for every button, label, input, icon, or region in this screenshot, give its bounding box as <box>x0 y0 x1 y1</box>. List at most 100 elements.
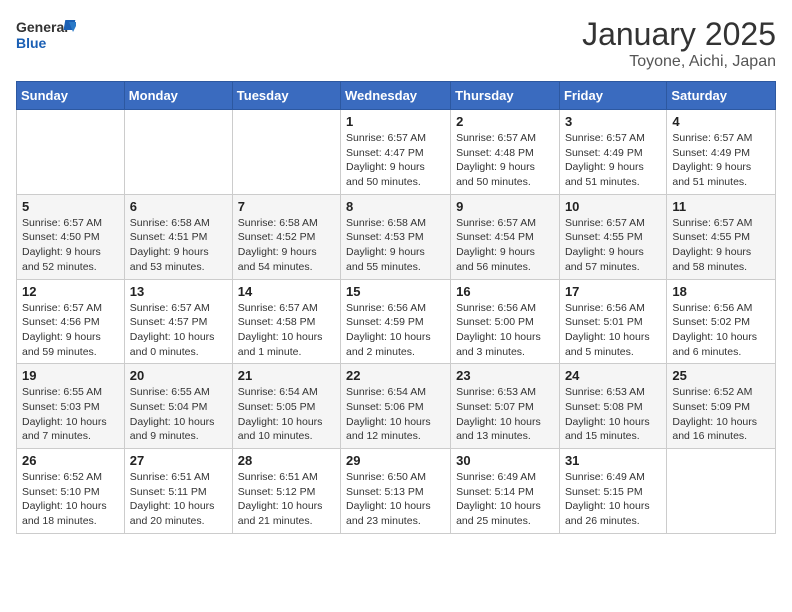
calendar-cell: 6 Sunrise: 6:58 AM Sunset: 4:51 PM Daylig… <box>124 194 232 279</box>
day-info: Sunrise: 6:53 AM Sunset: 5:08 PM Dayligh… <box>565 385 661 444</box>
calendar-cell <box>124 110 232 195</box>
day-number: 16 <box>456 284 554 299</box>
calendar-cell: 8 Sunrise: 6:58 AM Sunset: 4:53 PM Daylig… <box>341 194 451 279</box>
day-number: 26 <box>22 453 119 468</box>
day-number: 8 <box>346 199 445 214</box>
day-info: Sunrise: 6:58 AM Sunset: 4:51 PM Dayligh… <box>130 216 227 275</box>
day-info: Sunrise: 6:55 AM Sunset: 5:03 PM Dayligh… <box>22 385 119 444</box>
weekday-header-row: SundayMondayTuesdayWednesdayThursdayFrid… <box>17 82 776 110</box>
day-info: Sunrise: 6:51 AM Sunset: 5:11 PM Dayligh… <box>130 470 227 529</box>
calendar-cell <box>667 449 776 534</box>
day-info: Sunrise: 6:52 AM Sunset: 5:09 PM Dayligh… <box>672 385 770 444</box>
day-number: 22 <box>346 368 445 383</box>
calendar-cell: 26 Sunrise: 6:52 AM Sunset: 5:10 PM Dayli… <box>17 449 125 534</box>
title-block: January 2025 Toyone, Aichi, Japan <box>582 16 776 71</box>
calendar-cell: 31 Sunrise: 6:49 AM Sunset: 5:15 PM Dayli… <box>559 449 666 534</box>
calendar-cell: 5Sunrise: 6:57 AM Sunset: 4:50 PM Daylig… <box>17 194 125 279</box>
day-number: 31 <box>565 453 661 468</box>
day-info: Sunrise: 6:57 AM Sunset: 4:55 PM Dayligh… <box>672 216 770 275</box>
day-info: Sunrise: 6:49 AM Sunset: 5:14 PM Dayligh… <box>456 470 554 529</box>
calendar-cell: 17 Sunrise: 6:56 AM Sunset: 5:01 PM Dayli… <box>559 279 666 364</box>
day-number: 3 <box>565 114 661 129</box>
day-info: Sunrise: 6:50 AM Sunset: 5:13 PM Dayligh… <box>346 470 445 529</box>
day-info: Sunrise: 6:49 AM Sunset: 5:15 PM Dayligh… <box>565 470 661 529</box>
day-number: 15 <box>346 284 445 299</box>
day-info: Sunrise: 6:56 AM Sunset: 5:02 PM Dayligh… <box>672 301 770 360</box>
calendar-cell: 22 Sunrise: 6:54 AM Sunset: 5:06 PM Dayli… <box>341 364 451 449</box>
calendar-cell <box>232 110 340 195</box>
day-number: 25 <box>672 368 770 383</box>
calendar-cell: 18Sunrise: 6:56 AM Sunset: 5:02 PM Dayli… <box>667 279 776 364</box>
calendar-cell: 28Sunrise: 6:51 AM Sunset: 5:12 PM Dayli… <box>232 449 340 534</box>
day-number: 6 <box>130 199 227 214</box>
logo-svg: General Blue <box>16 16 76 60</box>
day-number: 28 <box>238 453 335 468</box>
calendar-cell: 14 Sunrise: 6:57 AM Sunset: 4:58 PM Dayli… <box>232 279 340 364</box>
day-info: Sunrise: 6:57 AM Sunset: 4:58 PM Dayligh… <box>238 301 335 360</box>
weekday-header: Wednesday <box>341 82 451 110</box>
page-subtitle: Toyone, Aichi, Japan <box>582 53 776 71</box>
calendar-cell: 16 Sunrise: 6:56 AM Sunset: 5:00 PM Dayli… <box>451 279 560 364</box>
calendar-cell: 27Sunrise: 6:51 AM Sunset: 5:11 PM Dayli… <box>124 449 232 534</box>
day-info: Sunrise: 6:57 AM Sunset: 4:49 PM Dayligh… <box>672 131 770 190</box>
calendar-cell: 23Sunrise: 6:53 AM Sunset: 5:07 PM Dayli… <box>451 364 560 449</box>
day-info: Sunrise: 6:54 AM Sunset: 5:06 PM Dayligh… <box>346 385 445 444</box>
calendar-cell: 12Sunrise: 6:57 AM Sunset: 4:56 PM Dayli… <box>17 279 125 364</box>
weekday-header: Saturday <box>667 82 776 110</box>
day-info: Sunrise: 6:56 AM Sunset: 4:59 PM Dayligh… <box>346 301 445 360</box>
calendar-cell: 3 Sunrise: 6:57 AM Sunset: 4:49 PM Daylig… <box>559 110 666 195</box>
calendar-week-row: 1 Sunrise: 6:57 AM Sunset: 4:47 PM Daylig… <box>17 110 776 195</box>
calendar-cell <box>17 110 125 195</box>
day-info: Sunrise: 6:56 AM Sunset: 5:01 PM Dayligh… <box>565 301 661 360</box>
calendar-cell: 29 Sunrise: 6:50 AM Sunset: 5:13 PM Dayli… <box>341 449 451 534</box>
day-number: 7 <box>238 199 335 214</box>
day-number: 20 <box>130 368 227 383</box>
calendar-week-row: 12Sunrise: 6:57 AM Sunset: 4:56 PM Dayli… <box>17 279 776 364</box>
day-info: Sunrise: 6:53 AM Sunset: 5:07 PM Dayligh… <box>456 385 554 444</box>
day-info: Sunrise: 6:56 AM Sunset: 5:00 PM Dayligh… <box>456 301 554 360</box>
day-info: Sunrise: 6:57 AM Sunset: 4:47 PM Dayligh… <box>346 131 445 190</box>
day-info: Sunrise: 6:57 AM Sunset: 4:49 PM Dayligh… <box>565 131 661 190</box>
calendar-week-row: 5Sunrise: 6:57 AM Sunset: 4:50 PM Daylig… <box>17 194 776 279</box>
day-number: 21 <box>238 368 335 383</box>
day-number: 1 <box>346 114 445 129</box>
day-number: 14 <box>238 284 335 299</box>
calendar-cell: 4 Sunrise: 6:57 AM Sunset: 4:49 PM Daylig… <box>667 110 776 195</box>
logo: General Blue <box>16 16 76 60</box>
weekday-header: Monday <box>124 82 232 110</box>
day-info: Sunrise: 6:57 AM Sunset: 4:55 PM Dayligh… <box>565 216 661 275</box>
calendar-cell: 10 Sunrise: 6:57 AM Sunset: 4:55 PM Dayli… <box>559 194 666 279</box>
page-title: January 2025 <box>582 16 776 53</box>
day-number: 12 <box>22 284 119 299</box>
calendar-cell: 2 Sunrise: 6:57 AM Sunset: 4:48 PM Daylig… <box>451 110 560 195</box>
day-number: 29 <box>346 453 445 468</box>
calendar-cell: 25 Sunrise: 6:52 AM Sunset: 5:09 PM Dayli… <box>667 364 776 449</box>
day-number: 19 <box>22 368 119 383</box>
day-number: 2 <box>456 114 554 129</box>
calendar-week-row: 26 Sunrise: 6:52 AM Sunset: 5:10 PM Dayli… <box>17 449 776 534</box>
calendar-cell: 30 Sunrise: 6:49 AM Sunset: 5:14 PM Dayli… <box>451 449 560 534</box>
day-info: Sunrise: 6:52 AM Sunset: 5:10 PM Dayligh… <box>22 470 119 529</box>
day-info: Sunrise: 6:57 AM Sunset: 4:50 PM Dayligh… <box>22 216 119 275</box>
weekday-header: Tuesday <box>232 82 340 110</box>
calendar-cell: 21 Sunrise: 6:54 AM Sunset: 5:05 PM Dayli… <box>232 364 340 449</box>
calendar-cell: 1 Sunrise: 6:57 AM Sunset: 4:47 PM Daylig… <box>341 110 451 195</box>
day-info: Sunrise: 6:57 AM Sunset: 4:48 PM Dayligh… <box>456 131 554 190</box>
day-number: 4 <box>672 114 770 129</box>
calendar-week-row: 19 Sunrise: 6:55 AM Sunset: 5:03 PM Dayli… <box>17 364 776 449</box>
day-number: 17 <box>565 284 661 299</box>
day-number: 30 <box>456 453 554 468</box>
calendar-cell: 9 Sunrise: 6:57 AM Sunset: 4:54 PM Daylig… <box>451 194 560 279</box>
svg-text:Blue: Blue <box>16 35 47 51</box>
calendar-cell: 24 Sunrise: 6:53 AM Sunset: 5:08 PM Dayli… <box>559 364 666 449</box>
page-header: General Blue January 2025 Toyone, Aichi,… <box>16 16 776 71</box>
day-info: Sunrise: 6:57 AM Sunset: 4:57 PM Dayligh… <box>130 301 227 360</box>
day-number: 10 <box>565 199 661 214</box>
day-number: 24 <box>565 368 661 383</box>
day-number: 9 <box>456 199 554 214</box>
day-info: Sunrise: 6:54 AM Sunset: 5:05 PM Dayligh… <box>238 385 335 444</box>
day-info: Sunrise: 6:58 AM Sunset: 4:53 PM Dayligh… <box>346 216 445 275</box>
calendar-cell: 19 Sunrise: 6:55 AM Sunset: 5:03 PM Dayli… <box>17 364 125 449</box>
day-info: Sunrise: 6:57 AM Sunset: 4:54 PM Dayligh… <box>456 216 554 275</box>
calendar-cell: 13Sunrise: 6:57 AM Sunset: 4:57 PM Dayli… <box>124 279 232 364</box>
